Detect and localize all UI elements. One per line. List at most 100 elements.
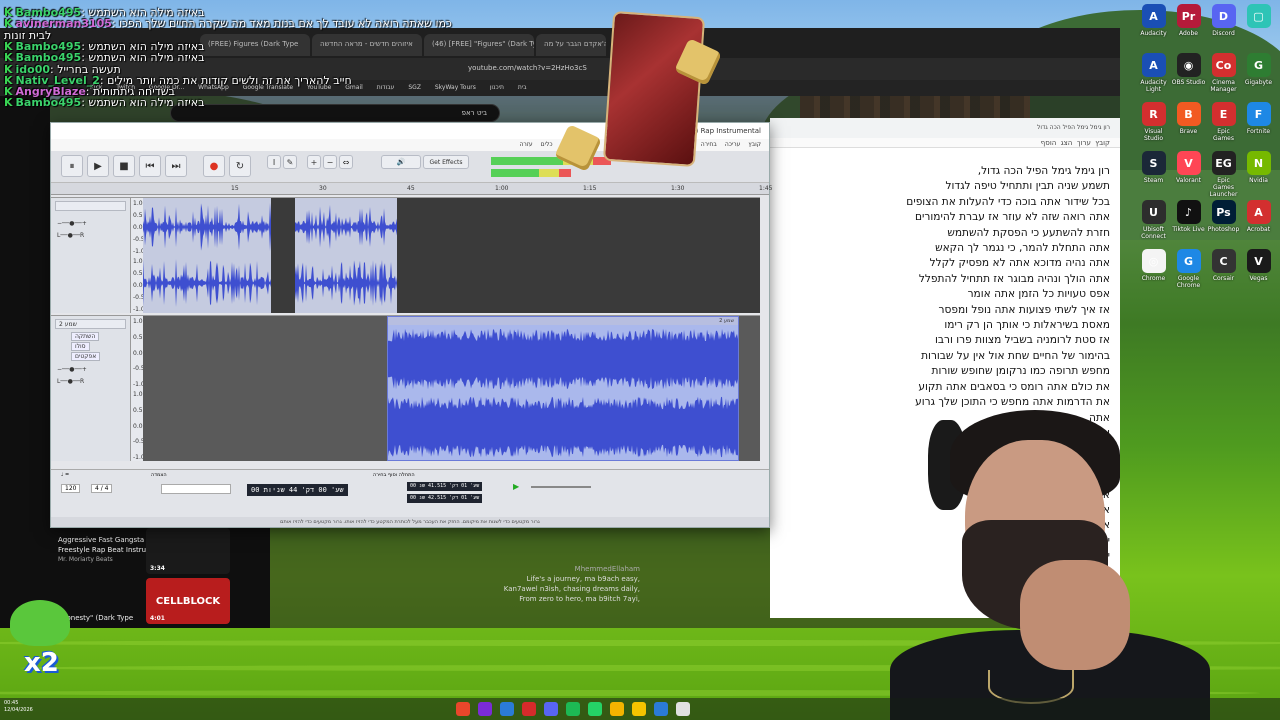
pause-icon[interactable]: ⏸: [61, 155, 83, 177]
bookmark[interactable]: SkyWay Tours: [435, 84, 476, 91]
selection-start[interactable]: 00 שע' 01 דק' 41.515 שנ: [407, 482, 483, 491]
timeline-ruler[interactable]: 15 30 45 1:00 1:15 1:30 1:45: [51, 183, 772, 195]
doc-menu-item[interactable]: הצג: [1061, 139, 1073, 147]
spotify-icon[interactable]: [566, 702, 580, 716]
desktop-shortcut[interactable]: ▢: [1241, 4, 1276, 53]
bookmark[interactable]: SGZ: [408, 84, 421, 91]
envelope-tool-icon[interactable]: ✎: [283, 155, 297, 169]
discord-icon[interactable]: [544, 702, 558, 716]
desktop-shortcut[interactable]: V Vegas: [1241, 249, 1276, 298]
loop-icon[interactable]: ↻: [229, 155, 251, 177]
desktop-shortcut[interactable]: D Discord: [1206, 4, 1241, 53]
desktop-shortcut[interactable]: E Epic Games: [1206, 102, 1241, 151]
track-name[interactable]: [55, 201, 126, 211]
audio-setup-button[interactable]: 🔊: [381, 155, 421, 169]
gain-slider[interactable]: −──●──+: [57, 366, 87, 373]
desktop-shortcut[interactable]: N Nvidia: [1241, 151, 1276, 200]
desktop-shortcut[interactable]: ◎ Chrome: [1136, 249, 1171, 298]
browser-tab[interactable]: (46) [FREE] "Figures" (Dark Type: [424, 34, 534, 56]
fit-selection-icon[interactable]: ⇔: [339, 155, 353, 169]
folder-icon[interactable]: [500, 702, 514, 716]
desktop-shortcut[interactable]: EG Epic Games Launcher: [1206, 151, 1241, 200]
desktop-shortcut[interactable]: Ps Photoshop: [1206, 200, 1241, 249]
desktop-shortcut[interactable]: U Ubisoft Connect: [1136, 200, 1171, 249]
mute-button[interactable]: השתקה: [71, 332, 100, 341]
bookmark[interactable]: תיכנון: [490, 84, 504, 91]
recommended-video-title[interactable]: Aggressive Fast Gangsta: [58, 536, 144, 544]
doc-menu-item[interactable]: הוסף: [1041, 139, 1057, 147]
zoom-out-icon[interactable]: −: [323, 155, 337, 169]
select-tool-icon[interactable]: I: [267, 155, 281, 169]
time-display[interactable]: 00 שע' 00 דק' 44 שניות: [247, 484, 348, 496]
taskbar-clock[interactable]: 00:45 12/04/2026: [4, 700, 33, 714]
bookmark[interactable]: עבודות: [377, 84, 395, 91]
clip-label[interactable]: שמע 2: [388, 317, 738, 325]
browser-tab[interactable]: (FREE) Figures (Dark Type: [200, 34, 310, 56]
get-effects-button[interactable]: Get Effects: [423, 155, 469, 169]
bookmark[interactable]: בית: [518, 84, 527, 91]
selected-audio-clip[interactable]: שמע 2: [387, 316, 739, 461]
chat-username[interactable]: Bambo495: [16, 96, 82, 109]
whatsapp-icon[interactable]: [588, 702, 602, 716]
audacity-menu-item[interactable]: כלים: [541, 141, 553, 148]
skip-end-icon[interactable]: ⏭: [165, 155, 187, 177]
desktop-shortcut[interactable]: ◉ OBS Studio: [1171, 53, 1206, 102]
desktop-shortcut[interactable]: A Audacity Light: [1136, 53, 1171, 102]
browser-tab[interactable]: איזוהים חדשים - מראה החדשה: [312, 34, 422, 56]
playback-speed-slider[interactable]: [531, 486, 591, 488]
time-signature-input[interactable]: 4 / 4: [91, 484, 113, 493]
desktop-shortcut[interactable]: C Corsair: [1206, 249, 1241, 298]
browser-tab[interactable]: ה'אקדם הגבר על מה: [536, 34, 606, 56]
solo-button[interactable]: סולו: [71, 342, 90, 351]
doc-menu-item[interactable]: קובץ: [1095, 139, 1110, 147]
tempo-input[interactable]: 120: [61, 484, 81, 493]
app-icon[interactable]: [676, 702, 690, 716]
record-button[interactable]: ●: [203, 155, 225, 177]
stop-icon[interactable]: ■: [113, 155, 135, 177]
audio-track[interactable]: −──●──+ L──●──R 1.0 0.5 0.0 -0.5 -1.0 1.0 0.5 0…: [51, 197, 760, 313]
track-name[interactable]: שמע 2: [55, 319, 126, 329]
app-icon[interactable]: [654, 702, 668, 716]
twitch-icon[interactable]: [478, 702, 492, 716]
desktop-shortcut[interactable]: G Gigabyte: [1241, 53, 1276, 102]
play-icon[interactable]: ▶: [87, 155, 109, 177]
audio-clip[interactable]: [143, 198, 271, 313]
effects-button[interactable]: אפקטים: [71, 352, 101, 361]
chrome-icon[interactable]: [610, 702, 624, 716]
audacity-menu-item[interactable]: בחירה: [701, 141, 717, 148]
youtube-search-input[interactable]: ביט ראפ: [170, 104, 500, 122]
desktop-shortcut[interactable]: ♪ Tiktok Live: [1171, 200, 1206, 249]
desktop-shortcut[interactable]: Co Cinema Manager: [1206, 53, 1241, 102]
snap-dropdown[interactable]: [161, 484, 231, 494]
recording-meter[interactable]: [491, 169, 571, 177]
video-thumbnail[interactable]: 3:34: [146, 528, 230, 574]
gain-slider[interactable]: −──●──+: [57, 220, 87, 227]
video-thumbnail[interactable]: CELLBLOCK 4:01: [146, 578, 230, 624]
track-area[interactable]: [143, 198, 760, 313]
desktop-shortcut[interactable]: G Google Chrome: [1171, 249, 1206, 298]
pan-slider[interactable]: L──●──R: [57, 232, 84, 239]
audacity-menu-item[interactable]: עזרה: [520, 141, 533, 148]
desktop-shortcut[interactable]: V Valorant: [1171, 151, 1206, 200]
app-icon[interactable]: [522, 702, 536, 716]
desktop-shortcut[interactable]: A Acrobat: [1241, 200, 1276, 249]
desktop-shortcut[interactable]: F Fortnite: [1241, 102, 1276, 151]
doc-menu-item[interactable]: ערוך: [1077, 139, 1091, 147]
selection-end[interactable]: 00 שע' 01 דק' 42.515 שנ: [407, 494, 483, 503]
audacity-menu-item[interactable]: קובץ: [748, 141, 761, 148]
audio-clip[interactable]: [295, 198, 397, 313]
audacity-menu-item[interactable]: עריכה: [725, 141, 741, 148]
app-icon[interactable]: [456, 702, 470, 716]
desktop-shortcut[interactable]: S Steam: [1136, 151, 1171, 200]
play-at-speed-icon[interactable]: ▶: [513, 482, 519, 491]
skip-start-icon[interactable]: ⏮: [139, 155, 161, 177]
desktop-shortcut[interactable]: R Visual Studio: [1136, 102, 1171, 151]
file-explorer-icon[interactable]: [632, 702, 646, 716]
pan-slider[interactable]: L──●──R: [57, 378, 84, 385]
comment-author[interactable]: MhemmedEllaham: [480, 564, 640, 574]
zoom-in-icon[interactable]: +: [307, 155, 321, 169]
desktop-shortcut[interactable]: Pr Adobe: [1171, 4, 1206, 53]
track-area[interactable]: שמע 2: [143, 316, 760, 461]
desktop-shortcut[interactable]: B Brave: [1171, 102, 1206, 151]
desktop-shortcut[interactable]: A Audacity: [1136, 4, 1171, 53]
